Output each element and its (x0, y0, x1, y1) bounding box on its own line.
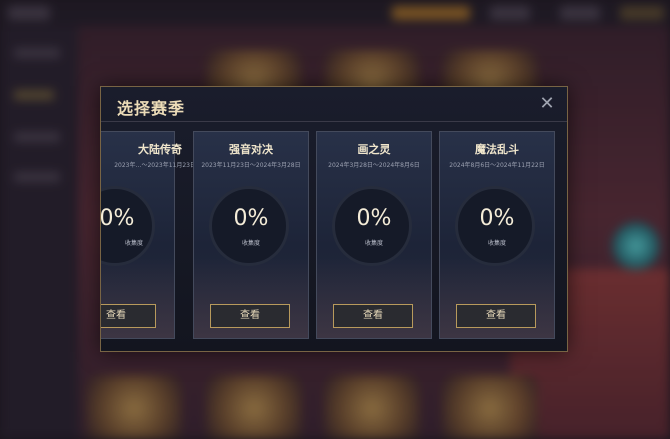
collection-percent: 0% (356, 206, 392, 231)
season-name: 大陆传奇 (138, 143, 182, 156)
season-name: 画之灵 (357, 143, 391, 156)
season-name: 魔法乱斗 (475, 143, 519, 156)
collection-percent: 0% (479, 206, 515, 231)
collection-percent: 0% (233, 206, 269, 231)
season-name: 强音对决 (229, 143, 273, 156)
season-card-list: 大陆传奇 2023年…〜2023年11月23日 0% 收集度 查看 强音对决 2… (101, 131, 567, 341)
close-icon[interactable]: ✕ (537, 94, 557, 114)
collection-label: 收集度 (241, 240, 260, 247)
collection-percent: 0% (101, 206, 135, 231)
season-date-range: 2024年8月6日〜2024年11月22日 (449, 162, 545, 169)
view-button[interactable]: 查看 (101, 304, 156, 328)
collection-label: 收集度 (124, 240, 143, 247)
season-date-range: 2023年11月23日〜2024年3月28日 (201, 162, 301, 169)
season-card[interactable]: 画之灵 2024年3月28日〜2024年8月6日 0% 收集度 查看 (316, 131, 432, 339)
season-card[interactable]: 强音对决 2023年11月23日〜2024年3月28日 0% 收集度 查看 (193, 131, 309, 339)
view-button[interactable]: 查看 (210, 304, 290, 328)
season-card[interactable]: 魔法乱斗 2024年8月6日〜2024年11月22日 0% 收集度 查看 (439, 131, 555, 339)
season-date-range: 2023年…〜2023年11月23日 (114, 162, 196, 169)
select-season-dialog: 选择赛季 ✕ 大陆传奇 2023年…〜2023年11月23日 0% 收集度 查看… (100, 86, 568, 352)
season-date-range: 2024年3月28日〜2024年8月6日 (328, 162, 420, 169)
dialog-title: 选择赛季 (117, 99, 186, 118)
collection-label: 收集度 (364, 240, 383, 247)
title-divider (101, 121, 567, 122)
view-button[interactable]: 查看 (333, 304, 413, 328)
collection-label: 收集度 (487, 240, 506, 247)
view-button[interactable]: 查看 (456, 304, 536, 328)
season-card[interactable]: 大陆传奇 2023年…〜2023年11月23日 0% 收集度 查看 (101, 131, 196, 339)
